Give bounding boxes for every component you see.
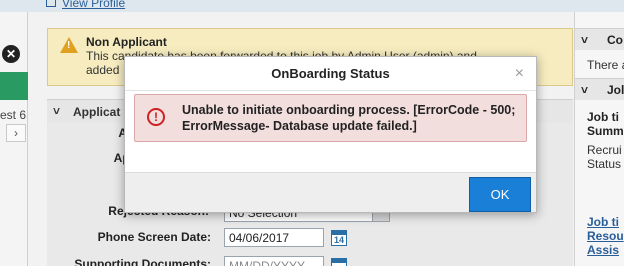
ok-button[interactable]: OK: [469, 177, 531, 212]
close-icon[interactable]: ×: [515, 65, 524, 83]
error-circle-icon: !: [147, 108, 165, 126]
dialog-header: OnBoarding Status ×: [125, 57, 536, 91]
dialog-footer: OK: [125, 172, 536, 212]
error-alert: ! Unable to initiate onboarding process.…: [134, 94, 527, 142]
onboarding-status-dialog: OnBoarding Status × ! Unable to initiate…: [124, 56, 537, 213]
error-message: Unable to initiate onboarding process. […: [182, 103, 516, 133]
dialog-title: OnBoarding Status: [271, 66, 390, 81]
